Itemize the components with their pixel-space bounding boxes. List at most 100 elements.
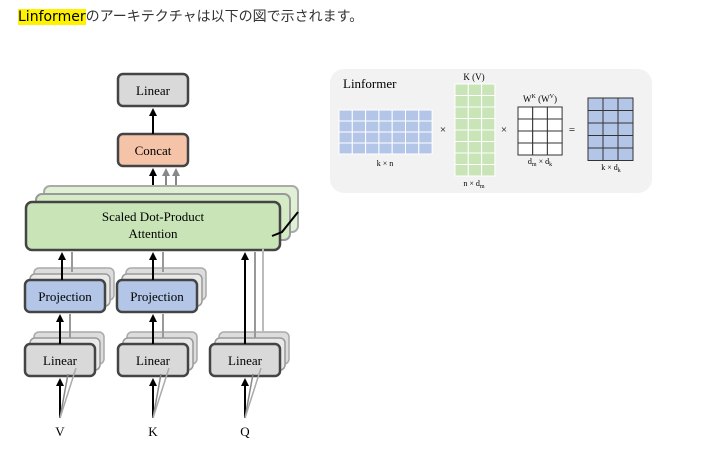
- matrix-cell: [391, 131, 407, 144]
- input-v-label: V: [55, 424, 65, 439]
- matrix-cell: [454, 118, 469, 131]
- matrix-cell: [365, 142, 380, 155]
- matrix-cell: [454, 164, 469, 177]
- architecture-diagram: Linear Concat Scaled Dot-Product Attenti…: [23, 72, 299, 439]
- matrix-cell: [467, 95, 483, 108]
- matrix-cell: [391, 142, 407, 155]
- matrix-cell: [351, 131, 367, 144]
- matrix-cell: [467, 106, 483, 119]
- matrix-cell: [481, 141, 496, 154]
- matrix-cell: [365, 109, 380, 122]
- matrix-cell: [467, 129, 483, 142]
- matrix-cell: [467, 141, 483, 154]
- matrix-cell: [467, 83, 483, 96]
- matrix-cell: [405, 131, 420, 144]
- panel-title: Linformer: [343, 76, 397, 91]
- concat-label: Concat: [135, 143, 172, 158]
- matrix-cell: [454, 95, 469, 108]
- matrix2-top-label: K (V): [463, 72, 484, 82]
- linear-k-label: Linear: [136, 353, 171, 368]
- projection-k-label: Projection: [130, 289, 184, 304]
- matrix-cell: [454, 129, 469, 142]
- matrix-cell: [378, 131, 393, 144]
- linear-top-label: Linear: [136, 83, 171, 98]
- matrix-cell: [481, 152, 496, 165]
- attention-label-line2: Attention: [128, 226, 178, 241]
- matrix-cell: [617, 135, 634, 149]
- matrix-cell: [481, 129, 496, 142]
- matrix-cell: [546, 118, 563, 132]
- matrix-cell: [418, 120, 433, 133]
- matrix-cell: [602, 147, 619, 161]
- matrix-cell: [405, 142, 420, 155]
- input-q-label: Q: [240, 424, 250, 439]
- projection-v-label: Projection: [38, 289, 92, 304]
- matrix-cell: [587, 97, 604, 111]
- matrix-cell: [532, 142, 548, 156]
- matrix-cell: [338, 131, 353, 144]
- matrix-cell: [602, 110, 619, 124]
- linear-v-label: Linear: [43, 353, 78, 368]
- matrix-cell: [517, 130, 534, 144]
- matrix-cell: [602, 122, 619, 136]
- matrix-cell: [517, 106, 534, 120]
- matrix-cell: [532, 118, 548, 132]
- matrix-cell: [587, 147, 604, 161]
- matrix-cell: [418, 109, 433, 122]
- matrix-cell: [338, 120, 353, 133]
- matrix-cell: [481, 95, 496, 108]
- matrix-cell: [467, 118, 483, 131]
- matrix-cell: [587, 135, 604, 149]
- matrix-cell: [338, 142, 353, 155]
- matrix-cell: [617, 147, 634, 161]
- matrix-cell: [532, 106, 548, 120]
- matrix-cell: [517, 142, 534, 156]
- matrix-cell: [378, 120, 393, 133]
- matrix-cell: [418, 142, 433, 155]
- matrix-cell: [617, 97, 634, 111]
- matrix-cell: [405, 109, 420, 122]
- matrix-cell: [454, 106, 469, 119]
- linformer-figure: Linear Concat Scaled Dot-Product Attenti…: [23, 69, 652, 439]
- matrix-cell: [587, 122, 604, 136]
- matrix-cell: [617, 122, 634, 136]
- op-times-1: ×: [440, 124, 446, 136]
- matrix-cell: [481, 83, 496, 96]
- matrix-cell: [546, 106, 563, 120]
- matrix-k-by-n: [338, 109, 433, 155]
- attention-label-line1: Scaled Dot-Product: [102, 209, 205, 224]
- linear-q-label: Linear: [228, 353, 263, 368]
- linformer-matrix-panel: Linformer k × n × K (V) n × dm × WK (WV)…: [330, 69, 652, 193]
- matrix-cell: [587, 110, 604, 124]
- matrix-cell: [351, 120, 367, 133]
- input-k-label: K: [148, 424, 158, 439]
- matrix-cell: [351, 142, 367, 155]
- matrix-cell: [517, 118, 534, 132]
- matrix-k-v: [454, 83, 496, 177]
- matrix-cell: [338, 109, 353, 122]
- matrix-cell: [602, 135, 619, 149]
- matrix-cell: [481, 164, 496, 177]
- matrix-cell: [546, 130, 563, 144]
- matrix-cell: [454, 152, 469, 165]
- matrix-cell: [418, 131, 433, 144]
- matrix-cell: [378, 109, 393, 122]
- op-equals: =: [569, 124, 575, 136]
- matrix-cell: [546, 142, 563, 156]
- matrix-cell: [467, 164, 483, 177]
- matrix-cell: [365, 120, 380, 133]
- matrix-cell: [454, 141, 469, 154]
- matrix-cell: [405, 120, 420, 133]
- matrix-cell: [391, 120, 407, 133]
- matrix-cell: [602, 97, 619, 111]
- matrix-cell: [481, 106, 496, 119]
- matrix-cell: [481, 118, 496, 131]
- matrix-cell: [351, 109, 367, 122]
- matrix-cell: [378, 142, 393, 155]
- matrix-cell: [454, 83, 469, 96]
- matrix-cell: [617, 110, 634, 124]
- matrix-cell: [391, 109, 407, 122]
- matrix-cell: [365, 131, 380, 144]
- matrix1-label: k × n: [377, 159, 394, 168]
- matrix-projection-w: [517, 106, 563, 156]
